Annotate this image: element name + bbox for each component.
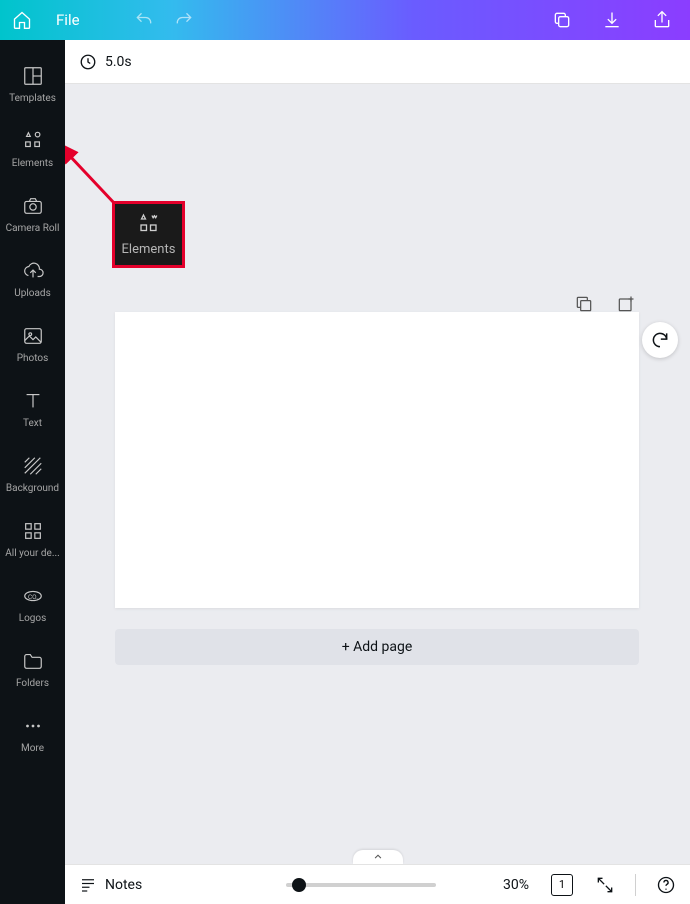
sidebar-item-logos[interactable]: CO. Logos (0, 572, 65, 637)
svg-text:CO.: CO. (28, 593, 38, 601)
footer-bar: Notes 30% 1 (65, 864, 690, 904)
duration-bar[interactable]: 5.0s (65, 40, 690, 84)
more-icon (22, 715, 44, 737)
sidebar-item-elements[interactable]: Elements (0, 117, 65, 182)
sidebar-item-label: Folders (2, 678, 64, 689)
photos-icon (22, 325, 44, 347)
sidebar-item-label: Text (2, 418, 64, 429)
sidebar: Templates Elements Camera Roll Uploads P… (0, 40, 65, 904)
zoom-value[interactable]: 30% (503, 877, 529, 893)
page-number-button[interactable]: 1 (551, 874, 573, 896)
design-canvas[interactable] (115, 312, 639, 608)
sidebar-item-all-designs[interactable]: All your de... (0, 507, 65, 572)
sidebar-item-label: Camera Roll (2, 223, 64, 234)
duration-value: 5.0s (105, 54, 132, 70)
undo-button[interactable] (130, 6, 158, 34)
notes-button[interactable]: Notes (79, 876, 142, 894)
add-page-button[interactable]: + Add page (115, 629, 639, 665)
redo-button[interactable] (170, 6, 198, 34)
sidebar-item-text[interactable]: Text (0, 377, 65, 442)
text-icon (22, 390, 44, 412)
sidebar-item-label: Uploads (2, 288, 64, 299)
download-button[interactable] (598, 6, 626, 34)
copy-button[interactable] (548, 6, 576, 34)
sidebar-item-photos[interactable]: Photos (0, 312, 65, 377)
logos-icon: CO. (22, 585, 44, 607)
sidebar-item-folders[interactable]: Folders (0, 637, 65, 702)
sidebar-item-label: Templates (2, 93, 64, 104)
sidebar-item-label: Photos (2, 353, 64, 364)
home-button[interactable] (8, 6, 36, 34)
sidebar-item-label: Background (2, 483, 64, 494)
background-icon (22, 455, 44, 477)
templates-icon (22, 65, 44, 87)
annotation-callout: Elements (112, 201, 185, 268)
zoom-slider-thumb[interactable] (292, 878, 306, 892)
notes-icon (79, 876, 97, 894)
sidebar-item-camera-roll[interactable]: Camera Roll (0, 182, 65, 247)
share-button[interactable] (648, 6, 676, 34)
sidebar-item-more[interactable]: More (0, 702, 65, 767)
elements-icon (22, 130, 44, 152)
file-menu[interactable]: File (48, 7, 88, 33)
uploads-icon (22, 260, 44, 282)
sidebar-item-label: Elements (2, 158, 64, 169)
camera-icon (22, 195, 44, 217)
notes-label: Notes (105, 877, 142, 893)
clock-icon (79, 53, 97, 71)
help-button[interactable] (656, 875, 676, 895)
sidebar-item-templates[interactable]: Templates (0, 52, 65, 117)
fullscreen-button[interactable] (595, 875, 615, 895)
refresh-button[interactable] (642, 322, 678, 358)
sidebar-item-label: More (2, 743, 64, 754)
sidebar-item-background[interactable]: Background (0, 442, 65, 507)
elements-icon (137, 212, 161, 236)
all-designs-icon (22, 520, 44, 542)
folders-icon (22, 650, 44, 672)
zoom-slider[interactable] (286, 883, 436, 887)
sidebar-item-uploads[interactable]: Uploads (0, 247, 65, 312)
sidebar-item-label: Logos (2, 613, 64, 624)
page-tray-handle[interactable] (353, 850, 403, 864)
annotation-label: Elements (122, 242, 176, 257)
top-header: File (0, 0, 690, 40)
sidebar-item-label: All your de... (2, 548, 64, 559)
